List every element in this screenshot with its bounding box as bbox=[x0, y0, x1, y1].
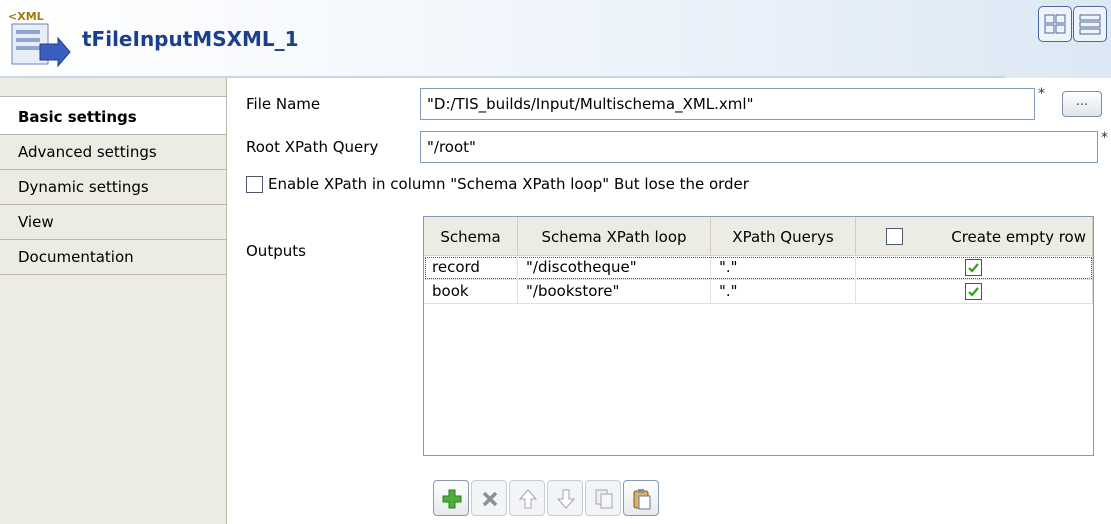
root-xpath-required-mark: * bbox=[1101, 130, 1108, 146]
cell-xpath-querys[interactable]: "." bbox=[711, 280, 856, 304]
sidebar-item-documentation[interactable]: Documentation bbox=[0, 240, 226, 275]
column-header-create-empty-row-label: Create empty row bbox=[951, 228, 1086, 246]
cell-schema-xpath-loop[interactable]: "/bookstore" bbox=[518, 280, 711, 304]
sidebar-item-advanced-settings[interactable]: Advanced settings bbox=[0, 135, 226, 170]
copy-button[interactable] bbox=[585, 480, 621, 516]
move-down-button[interactable] bbox=[547, 480, 583, 516]
cell-create-empty-row[interactable] bbox=[856, 280, 1093, 304]
remove-row-button[interactable] bbox=[471, 480, 507, 516]
column-header-schema-xpath-loop[interactable]: Schema XPath loop bbox=[518, 217, 711, 255]
column-header-create-empty-row[interactable]: Create empty row bbox=[856, 217, 1093, 255]
list-view-button[interactable] bbox=[1073, 6, 1107, 42]
cell-schema[interactable]: record bbox=[424, 256, 518, 280]
arrow-up-icon bbox=[518, 489, 538, 509]
column-header-schema[interactable]: Schema bbox=[424, 217, 518, 255]
sidebar-item-basic-settings[interactable]: Basic settings bbox=[0, 97, 226, 135]
table-row[interactable]: book "/bookstore" "." bbox=[424, 280, 1093, 304]
sidebar-top-cap bbox=[0, 78, 226, 97]
move-up-button[interactable] bbox=[509, 480, 545, 516]
outputs-table: Schema Schema XPath loop XPath Querys Cr… bbox=[423, 216, 1094, 456]
add-row-button[interactable] bbox=[433, 480, 469, 516]
delete-icon bbox=[482, 491, 498, 507]
paste-icon bbox=[633, 489, 651, 510]
create-empty-row-checkbox[interactable] bbox=[965, 259, 982, 276]
check-icon bbox=[968, 263, 979, 273]
cell-schema[interactable]: book bbox=[424, 280, 518, 304]
enable-xpath-checkbox[interactable] bbox=[246, 176, 263, 193]
cell-schema-xpath-loop[interactable]: "/discotheque" bbox=[518, 256, 711, 280]
grid-view-icon bbox=[1044, 14, 1066, 34]
outputs-label: Outputs bbox=[246, 242, 306, 260]
root-xpath-field[interactable]: "/root" bbox=[420, 131, 1098, 163]
cell-xpath-querys[interactable]: "." bbox=[711, 256, 856, 280]
plus-icon bbox=[442, 489, 462, 509]
xml-input-component-icon: <XML bbox=[6, 8, 72, 72]
root-xpath-label: Root XPath Query bbox=[246, 138, 379, 156]
file-name-required-mark: * bbox=[1038, 86, 1045, 102]
list-view-icon bbox=[1079, 14, 1101, 35]
table-row[interactable]: record "/discotheque" "." bbox=[424, 256, 1093, 280]
copy-icon bbox=[595, 489, 613, 509]
column-header-xpath-querys[interactable]: XPath Querys bbox=[711, 217, 856, 255]
sidebar-item-view[interactable]: View bbox=[0, 205, 226, 240]
component-header: <XML tFileInputMSXML_1 bbox=[0, 0, 1111, 78]
component-title: tFileInputMSXML_1 bbox=[82, 27, 299, 51]
grid-view-button[interactable] bbox=[1038, 6, 1072, 42]
sidebar-item-dynamic-settings[interactable]: Dynamic settings bbox=[0, 170, 226, 205]
file-name-label: File Name bbox=[246, 95, 321, 113]
icon-xml-text: <XML bbox=[8, 10, 44, 23]
outputs-table-header: Schema Schema XPath loop XPath Querys Cr… bbox=[424, 217, 1093, 256]
file-name-field[interactable]: "D:/TIS_builds/Input/Multischema_XML.xml… bbox=[420, 88, 1035, 120]
create-empty-row-checkbox[interactable] bbox=[965, 283, 982, 300]
create-empty-row-header-checkbox[interactable] bbox=[886, 228, 903, 245]
browse-button[interactable]: ... bbox=[1062, 91, 1102, 117]
arrow-down-icon bbox=[556, 489, 576, 509]
cell-create-empty-row[interactable] bbox=[856, 256, 1093, 280]
check-icon bbox=[968, 287, 979, 297]
paste-button[interactable] bbox=[623, 480, 659, 516]
enable-xpath-label: Enable XPath in column "Schema XPath loo… bbox=[268, 175, 749, 193]
settings-sidebar: Basic settings Advanced settings Dynamic… bbox=[0, 78, 227, 524]
